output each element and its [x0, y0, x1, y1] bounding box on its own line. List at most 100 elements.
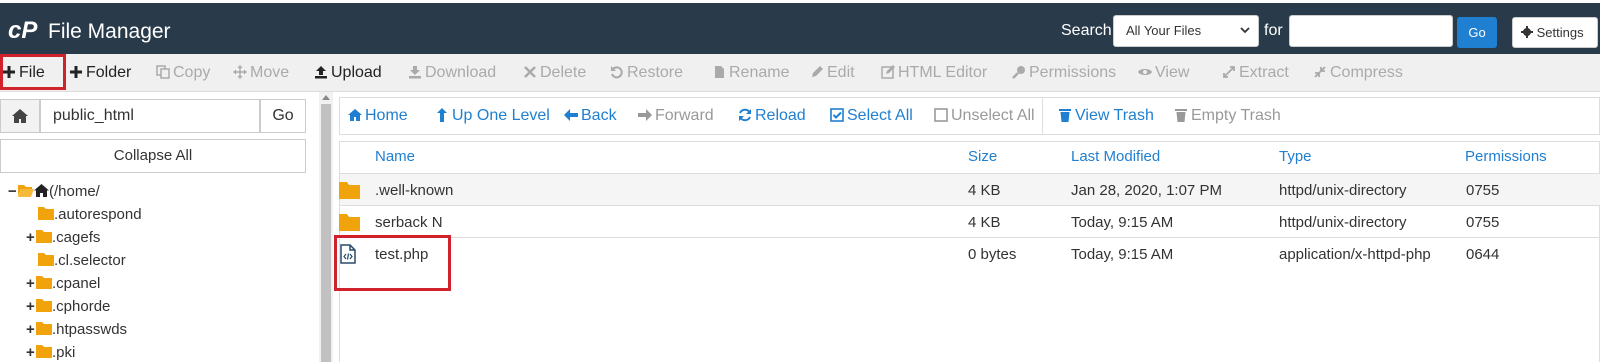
expand-icon[interactable]: + — [26, 227, 36, 249]
expand-icon[interactable]: + — [26, 296, 36, 318]
settings-label: Settings — [1536, 25, 1584, 40]
collapse-toggle-icon[interactable]: − — [8, 181, 18, 203]
svg-text:cP: cP — [8, 17, 38, 44]
empty-trash-button[interactable]: Empty Trash — [1174, 98, 1281, 134]
file-icon — [715, 66, 724, 78]
view-button[interactable]: View — [1138, 54, 1189, 92]
view-trash-button[interactable]: View Trash — [1058, 98, 1154, 134]
folder-icon — [36, 345, 52, 358]
tree-item[interactable]: .autorespond — [38, 204, 142, 226]
rename-button[interactable]: Rename — [712, 54, 789, 92]
expand-icon[interactable]: + — [26, 342, 36, 362]
search-input[interactable] — [1289, 15, 1453, 47]
arrow-up-icon — [437, 108, 447, 122]
folder-icon — [339, 214, 360, 231]
file-permissions: 0755 — [1466, 214, 1500, 231]
html-editor-button[interactable]: HTML Editor — [881, 54, 987, 92]
restore-button[interactable]: Restore — [610, 54, 683, 92]
compress-button[interactable]: Compress — [1313, 54, 1403, 92]
home-nav-button[interactable]: Home — [348, 98, 408, 134]
navigation-bar: Home Up One Level Back Forward Reload Se… — [339, 97, 1600, 135]
folder-icon — [339, 182, 360, 199]
directory-panel: Go Collapse All − (/home/ .autorespond +.… — [0, 92, 312, 362]
chevron-down-icon — [1240, 27, 1250, 34]
new-folder-button[interactable]: Folder — [69, 54, 131, 92]
search-scope-select[interactable]: All Your Files — [1113, 15, 1259, 47]
tree-item[interactable]: .cl.selector — [38, 250, 126, 272]
scroll-thumb[interactable] — [321, 104, 331, 362]
tree-item[interactable]: + .pki — [26, 342, 75, 362]
column-header-permissions[interactable]: Permissions — [1465, 148, 1547, 165]
folder-open-icon — [18, 185, 34, 197]
edit-square-icon — [881, 65, 895, 79]
upload-button[interactable]: Upload — [314, 54, 382, 92]
checkbox-checked-icon — [830, 108, 844, 122]
select-all-button[interactable]: Select All — [830, 98, 913, 134]
tree-root[interactable]: − (/home/ — [8, 181, 100, 203]
column-header-modified[interactable]: Last Modified — [1071, 148, 1160, 165]
file-permissions: 0644 — [1466, 246, 1500, 263]
path-input[interactable] — [40, 99, 260, 133]
upload-icon — [315, 66, 327, 79]
settings-button[interactable]: Settings — [1512, 17, 1598, 48]
delete-button[interactable]: Delete — [523, 54, 586, 92]
column-header-type[interactable]: Type — [1279, 148, 1312, 165]
folder-icon — [36, 230, 52, 243]
move-button[interactable]: Move — [233, 54, 289, 92]
file-name[interactable]: .well-known — [375, 182, 453, 199]
expand-icon[interactable]: + — [26, 273, 36, 295]
back-button[interactable]: Back — [564, 98, 617, 134]
home-icon — [12, 109, 28, 123]
undo-icon — [611, 66, 623, 79]
download-button[interactable]: Download — [408, 54, 496, 92]
app-title: File Manager — [48, 20, 171, 43]
move-icon — [233, 65, 247, 79]
extract-button[interactable]: Extract — [1222, 54, 1289, 92]
file-type: httpd/unix-directory — [1279, 214, 1407, 231]
file-name[interactable]: serback N — [375, 214, 443, 231]
trash-icon — [1175, 109, 1187, 122]
file-size: 4 KB — [968, 214, 1001, 231]
tree-item[interactable]: + .htpasswds — [26, 319, 127, 341]
path-go-button[interactable]: Go — [260, 99, 306, 133]
tree-root-label: (/home/ — [49, 183, 100, 200]
expand-icon[interactable]: + — [26, 319, 36, 341]
search-label: Search — [1061, 22, 1112, 39]
arrow-right-icon — [638, 109, 652, 121]
tree-item[interactable]: + .cpanel — [26, 273, 100, 295]
file-permissions: 0755 — [1466, 182, 1500, 199]
unselect-all-button[interactable]: Unselect All — [934, 98, 1035, 134]
column-header-size[interactable]: Size — [968, 148, 997, 165]
home-icon — [34, 184, 49, 197]
compress-icon — [1314, 66, 1326, 78]
home-button[interactable] — [0, 99, 40, 133]
tree-item[interactable]: + .cagefs — [26, 227, 100, 249]
column-header-name[interactable]: Name — [375, 148, 415, 165]
plus-icon — [3, 66, 15, 78]
scroll-up-arrow-icon[interactable] — [322, 95, 330, 100]
file-modified: Today, 9:15 AM — [1071, 246, 1174, 263]
reload-icon — [739, 108, 751, 122]
forward-button[interactable]: Forward — [638, 98, 714, 134]
up-one-level-button[interactable]: Up One Level — [435, 98, 550, 134]
close-icon — [524, 66, 536, 78]
key-icon — [1012, 66, 1025, 79]
file-name[interactable]: test.php — [375, 246, 428, 263]
tree-item[interactable]: + .cphorde — [26, 296, 110, 318]
edit-button[interactable]: Edit — [810, 54, 855, 92]
copy-button[interactable]: Copy — [156, 54, 210, 92]
collapse-all-button[interactable]: Collapse All — [0, 139, 306, 173]
directory-scrollbar[interactable] — [319, 92, 333, 362]
download-icon — [409, 66, 421, 79]
folder-icon — [36, 276, 52, 289]
permissions-button[interactable]: Permissions — [1012, 54, 1116, 92]
search-go-button[interactable]: Go — [1457, 17, 1497, 48]
folder-icon — [36, 322, 52, 335]
file-type: application/x-httpd-php — [1279, 246, 1431, 263]
eye-icon — [1138, 69, 1152, 75]
new-file-button[interactable]: File — [2, 54, 45, 92]
copy-icon — [156, 65, 170, 79]
reload-button[interactable]: Reload — [738, 98, 806, 134]
checkbox-empty-icon — [934, 108, 948, 122]
code-file-icon — [340, 244, 356, 264]
